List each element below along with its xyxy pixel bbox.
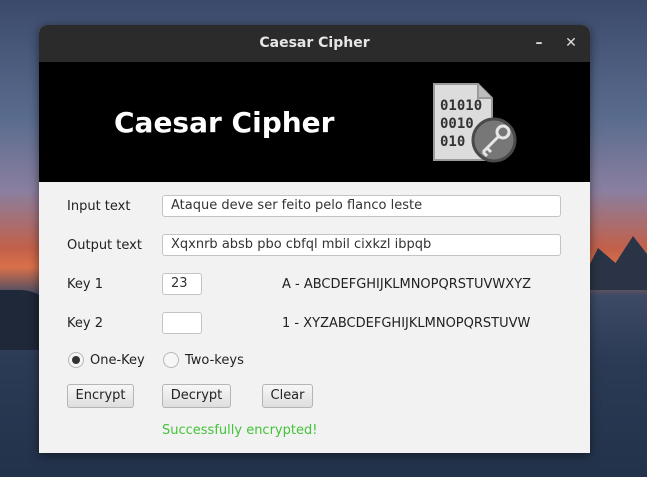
binary-file-key-icon: 01010 0010 010 [433, 83, 517, 163]
two-keys-label[interactable]: Two-keys [185, 353, 244, 368]
app-window: Caesar Cipher – ✕ Caesar Cipher 01010 00… [39, 25, 590, 453]
status-message: Successfully encrypted! [162, 423, 318, 438]
radio-selected-dot [72, 356, 80, 364]
close-button[interactable]: ✕ [561, 33, 581, 53]
one-key-label[interactable]: One-Key [90, 353, 145, 368]
title-bar: Caesar Cipher – ✕ [39, 25, 590, 62]
two-keys-radio[interactable] [163, 352, 179, 368]
minimize-button[interactable]: – [529, 33, 549, 53]
key1-alphabet: A - ABCDEFGHIJKLMNOPQRSTUVWXYZ [282, 277, 531, 292]
decrypt-button[interactable]: Decrypt [162, 384, 231, 408]
clear-button[interactable]: Clear [262, 384, 313, 408]
encrypt-button[interactable]: Encrypt [67, 384, 134, 408]
output-text-label: Output text [67, 238, 142, 253]
banner-title: Caesar Cipher [114, 106, 335, 139]
key2-label: Key 2 [67, 316, 103, 331]
one-key-radio[interactable] [68, 352, 84, 368]
key1-field[interactable]: 23 [162, 273, 202, 295]
logo-digits-line: 010 [440, 134, 465, 150]
logo-digits-line: 0010 [440, 116, 474, 132]
header-banner: Caesar Cipher 01010 0010 010 [39, 62, 590, 182]
key1-label: Key 1 [67, 277, 103, 292]
key2-alphabet: 1 - XYZABCDEFGHIJKLMNOPQRSTUVW [282, 316, 531, 331]
key2-field[interactable] [162, 312, 202, 334]
logo-digits-line: 01010 [440, 98, 482, 114]
window-title: Caesar Cipher [259, 35, 370, 51]
input-text-field[interactable]: Ataque deve ser feito pelo flanco leste [162, 195, 561, 217]
input-text-label: Input text [67, 199, 131, 214]
output-text-field[interactable]: Xqxnrb absb pbo cbfql mbil cixkzl ibpqb [162, 234, 561, 256]
